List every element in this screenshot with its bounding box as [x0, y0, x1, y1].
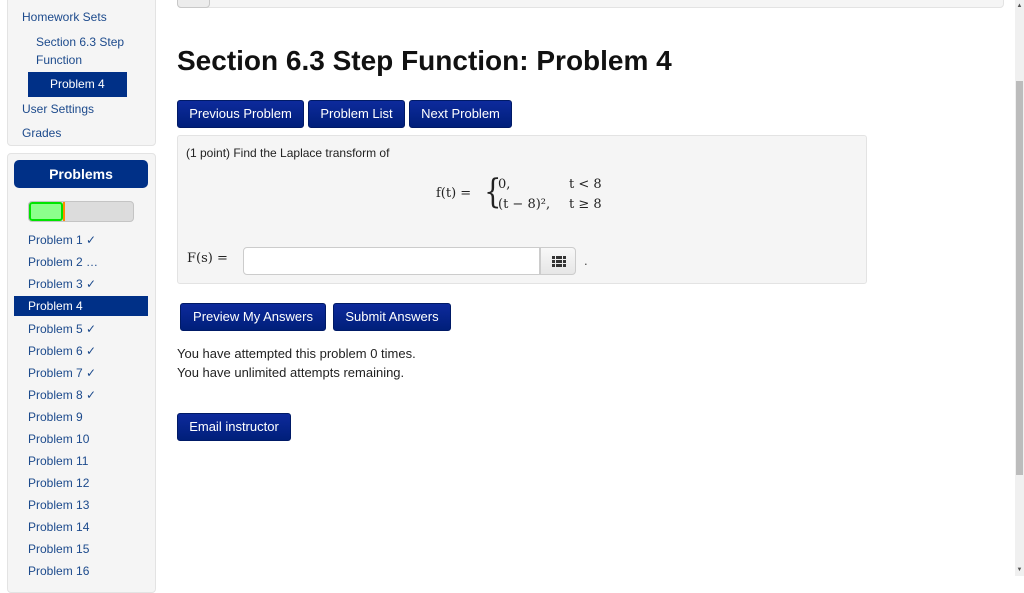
- submit-answers-button[interactable]: Submit Answers: [333, 303, 451, 331]
- page-scrollbar[interactable]: ▲ ▼: [1015, 0, 1024, 576]
- toolbar-toggle-button[interactable]: [177, 0, 210, 8]
- nav-homework-sets[interactable]: Homework Sets: [22, 8, 107, 26]
- case-2-condition: t ≥ 8: [569, 197, 602, 212]
- problem-list-item[interactable]: Problem 11: [14, 451, 148, 471]
- answer-input[interactable]: [243, 247, 540, 275]
- nav-user-settings[interactable]: User Settings: [22, 100, 94, 118]
- progress-correct-segment: [29, 202, 64, 221]
- scroll-down-arrow-icon[interactable]: ▼: [1015, 566, 1024, 574]
- grid-icon: [552, 256, 566, 267]
- problem-list-item[interactable]: Problem 7 ✓: [14, 363, 148, 383]
- nav-set-name-line2[interactable]: Function: [36, 51, 82, 69]
- problem-list-item[interactable]: Problem 14: [14, 517, 148, 537]
- case-1-expression: 0,: [498, 177, 511, 192]
- problem-list-item[interactable]: Problem 9: [14, 407, 148, 427]
- preview-answers-button[interactable]: Preview My Answers: [180, 303, 326, 331]
- scrollbar-thumb[interactable]: [1016, 81, 1023, 475]
- previous-problem-button[interactable]: Previous Problem: [177, 100, 304, 128]
- problem-list-item[interactable]: Problem 8 ✓: [14, 385, 148, 405]
- equation-editor-button[interactable]: [540, 247, 576, 275]
- problem-list-item[interactable]: Problem 4: [14, 296, 148, 316]
- set-progress-bar: [28, 201, 134, 222]
- problem-list-item[interactable]: Problem 6 ✓: [14, 341, 148, 361]
- problems-panel-header: Problems: [14, 160, 148, 188]
- attempts-count-text: You have attempted this problem 0 times.: [177, 346, 416, 361]
- nav-current-problem[interactable]: Problem 4: [28, 72, 127, 97]
- answer-label: F(s) =: [187, 251, 228, 266]
- page-title: Section 6.3 Step Function: Problem 4: [177, 45, 672, 76]
- nav-set-name-line1[interactable]: Section 6.3 Step: [36, 33, 124, 51]
- email-instructor-button[interactable]: Email instructor: [177, 413, 291, 441]
- problem-list-item[interactable]: Problem 16: [14, 561, 148, 581]
- case-1-condition: t < 8: [569, 177, 602, 192]
- problem-list-button[interactable]: Problem List: [308, 100, 405, 128]
- function-lhs: f(t) =: [436, 186, 472, 201]
- problem-list-item[interactable]: Problem 12: [14, 473, 148, 493]
- problem-list-item[interactable]: Problem 5 ✓: [14, 319, 148, 339]
- problem-list-item[interactable]: Problem 15: [14, 539, 148, 559]
- problem-list-item[interactable]: Problem 3 ✓: [14, 274, 148, 294]
- case-2-expression: (t − 8)²,: [498, 197, 551, 212]
- problem-prompt: (1 point) Find the Laplace transform of: [186, 146, 390, 160]
- attempts-remaining-text: You have unlimited attempts remaining.: [177, 365, 405, 380]
- scroll-up-arrow-icon[interactable]: ▲: [1015, 2, 1024, 10]
- problem-list-item[interactable]: Problem 10: [14, 429, 148, 449]
- trailing-period: .: [584, 253, 588, 268]
- problem-list-item[interactable]: Problem 1 ✓: [14, 230, 148, 250]
- nav-grades[interactable]: Grades: [22, 124, 61, 142]
- progress-incorrect-segment: [63, 202, 66, 221]
- next-problem-button[interactable]: Next Problem: [409, 100, 512, 128]
- problem-list-item[interactable]: Problem 2 …: [14, 252, 148, 272]
- problem-list-item[interactable]: Problem 13: [14, 495, 148, 515]
- top-toolbar-strip: [177, 0, 1004, 8]
